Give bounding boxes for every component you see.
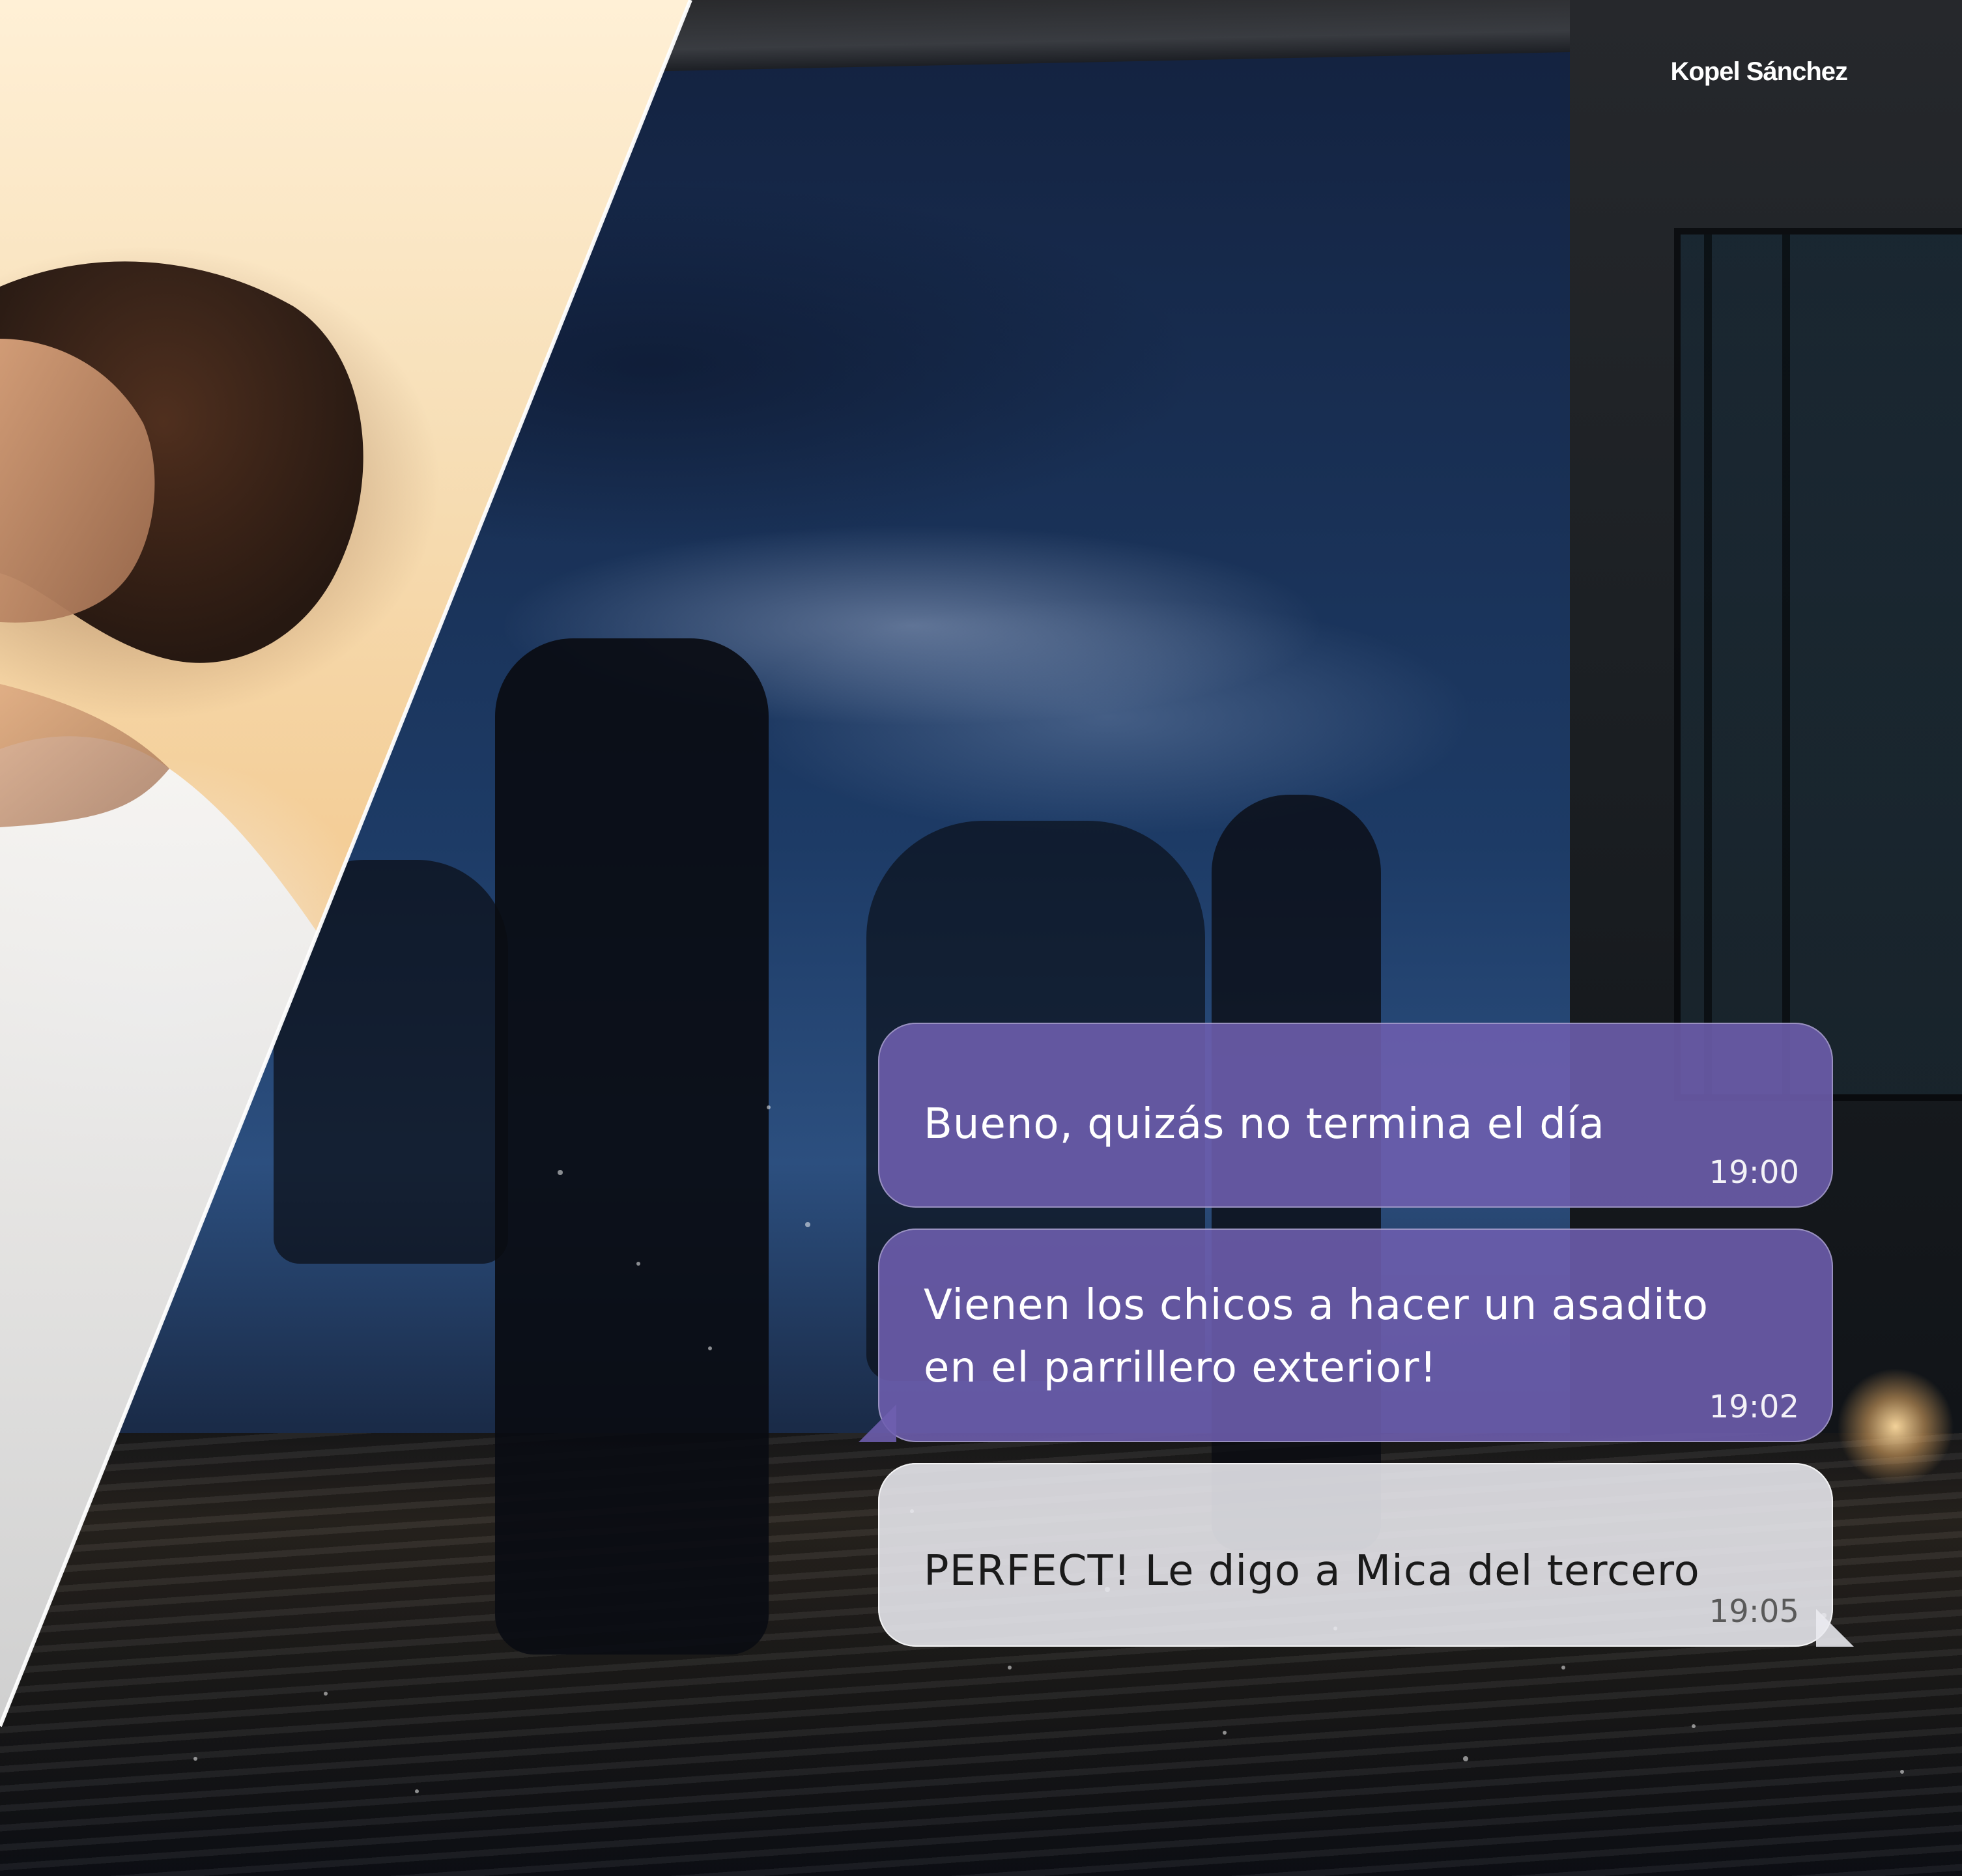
chat-message-time: 19:00	[1709, 1154, 1799, 1191]
chat-message-text: Vienen los chicos a hacer un asadito en …	[924, 1281, 1709, 1392]
brand-logo-text: Kopel Sánchez	[1670, 57, 1848, 86]
chat-message-3: PERFECT! Le digo a Mica del tercero 19:0…	[878, 1463, 1854, 1647]
chat-message-text: Bueno, quizás no termina el día	[924, 1100, 1605, 1148]
lamp-glow	[1837, 1368, 1954, 1485]
bubble-tail-right	[1816, 1609, 1854, 1647]
chat-message-time: 19:05	[1709, 1593, 1799, 1630]
ad-canvas: Kopel Sánchez Bueno, quizás no termina e…	[0, 0, 1962, 1876]
chat-message-time: 19:02	[1709, 1389, 1799, 1425]
chat-message-text: PERFECT! Le digo a Mica del tercero	[924, 1547, 1700, 1595]
chat-message-1: Bueno, quizás no termina el día 19:00	[878, 1023, 1833, 1208]
bubble-tail-left	[859, 1404, 896, 1442]
building-window	[1674, 228, 1962, 1101]
chat-message-2: Vienen los chicos a hacer un asadito en …	[859, 1229, 1833, 1442]
standing-person-silhouette	[495, 638, 769, 1655]
